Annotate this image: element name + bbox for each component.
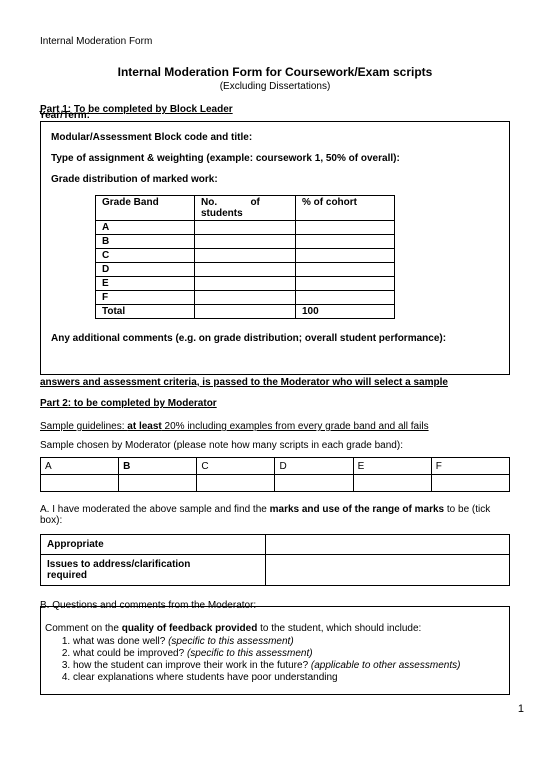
sample-row [41, 475, 510, 492]
th-pct-cohort: % of cohort [296, 196, 395, 221]
comment-list: what was done well? (specific to this as… [73, 636, 505, 683]
th-no-students: No. ofstudents [195, 196, 296, 221]
tick-row-issues: Issues to address/clarificationrequired [41, 555, 510, 586]
grade-row-a: A [96, 221, 395, 235]
grade-row-f: F [96, 291, 395, 305]
comment-lead: Comment on the quality of feedback provi… [45, 623, 505, 634]
section-a: A. I have moderated the above sample and… [40, 504, 510, 526]
grade-row-e: E [96, 277, 395, 291]
grade-row-b: B [96, 235, 395, 249]
comment-item-1: what was done well? (specific to this as… [73, 636, 505, 647]
sample-table: A B C D E F [40, 457, 510, 492]
comment-item-2: what could be improved? (specific to thi… [73, 648, 505, 659]
comment-box: Comment on the quality of feedback provi… [40, 606, 510, 695]
sample-chosen-label: Sample chosen by Moderator (please note … [40, 440, 510, 451]
sample-header: A B C D E F [41, 458, 510, 475]
sample-guidelines: Sample guidelines: at least 20% includin… [40, 421, 510, 432]
doc-header: Internal Moderation Form [40, 36, 510, 47]
part1-box: Modular/Assessment Block code and title:… [40, 121, 510, 375]
th-grade-band: Grade Band [96, 196, 195, 221]
page: Internal Moderation Form Internal Modera… [0, 0, 550, 715]
bridge-text: answers and assessment criteria, is pass… [40, 377, 510, 388]
comment-item-3: how the student can improve their work i… [73, 660, 505, 671]
grade-row-c: C [96, 249, 395, 263]
part2-heading: Part 2: to be completed by Moderator [40, 398, 510, 409]
tick-appropriate[interactable] [266, 535, 510, 555]
grade-dist-label: Grade distribution of marked work: [51, 174, 499, 185]
grade-table-header: Grade Band No. ofstudents % of cohort [96, 196, 395, 221]
doc-subtitle: (Excluding Dissertations) [40, 81, 510, 92]
grade-row-total: Total100 [96, 305, 395, 319]
grade-row-d: D [96, 263, 395, 277]
additional-comments-label: Any additional comments (e.g. on grade d… [51, 333, 499, 344]
block-code-label: Modular/Assessment Block code and title: [51, 132, 499, 143]
tick-box-table: Appropriate Issues to address/clarificat… [40, 534, 510, 586]
grade-table: Grade Band No. ofstudents % of cohort A … [95, 195, 395, 319]
assignment-type-label: Type of assignment & weighting (example:… [51, 153, 499, 164]
page-number: 1 [518, 703, 524, 715]
tick-row-appropriate: Appropriate [41, 535, 510, 555]
tick-issues[interactable] [266, 555, 510, 586]
doc-title: Internal Moderation Form for Coursework/… [40, 65, 510, 79]
comment-item-4: clear explanations where students have p… [73, 672, 505, 683]
